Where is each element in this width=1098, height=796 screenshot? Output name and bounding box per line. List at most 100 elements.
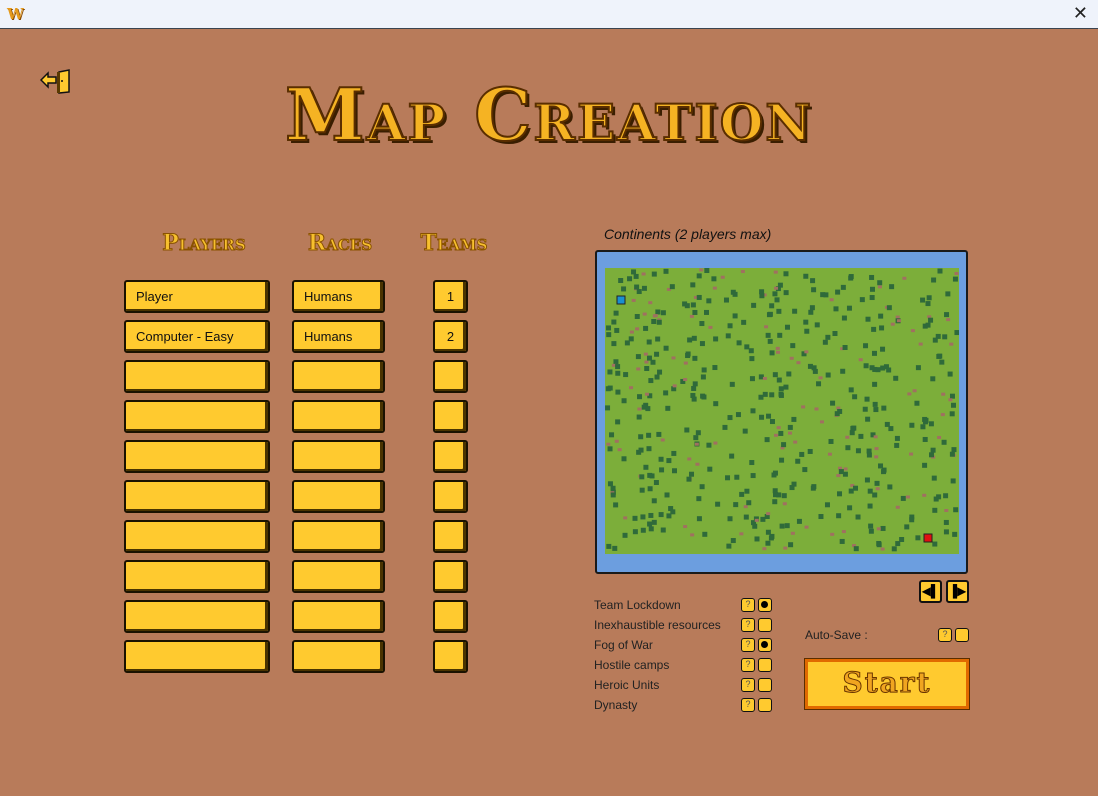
tree bbox=[749, 460, 755, 466]
tree bbox=[727, 415, 733, 421]
tree bbox=[651, 519, 657, 525]
player-field[interactable] bbox=[124, 480, 270, 513]
race-field[interactable] bbox=[292, 360, 385, 393]
rock bbox=[896, 319, 901, 323]
rock bbox=[829, 298, 834, 302]
race-field[interactable] bbox=[292, 480, 385, 513]
team-field[interactable] bbox=[433, 640, 468, 673]
autosave-help-icon[interactable]: ? bbox=[938, 628, 952, 642]
tree bbox=[654, 374, 660, 380]
rock bbox=[874, 455, 879, 459]
option-checkbox[interactable] bbox=[758, 658, 772, 672]
team-field[interactable]: 2 bbox=[433, 320, 468, 353]
rock bbox=[644, 360, 649, 364]
race-field[interactable] bbox=[292, 520, 385, 553]
player-field[interactable] bbox=[124, 360, 270, 393]
prev-map-button[interactable]: ◀▌ bbox=[919, 580, 942, 603]
team-field[interactable] bbox=[433, 360, 468, 393]
tree bbox=[802, 467, 808, 473]
race-field[interactable]: Humans bbox=[292, 320, 385, 353]
team-field[interactable]: 1 bbox=[433, 280, 468, 313]
tree bbox=[704, 268, 710, 274]
option-checkbox[interactable] bbox=[758, 638, 772, 652]
tree bbox=[953, 507, 959, 513]
option-checkbox[interactable] bbox=[758, 678, 772, 692]
tree bbox=[915, 535, 921, 541]
help-icon[interactable]: ? bbox=[741, 638, 755, 652]
autosave-checkbox[interactable] bbox=[955, 628, 969, 642]
tree bbox=[825, 334, 831, 340]
start-button[interactable]: Start bbox=[804, 658, 970, 710]
next-map-button[interactable]: ▐▶ bbox=[946, 580, 969, 603]
tree bbox=[672, 468, 678, 474]
player-field[interactable] bbox=[124, 440, 270, 473]
tree bbox=[787, 424, 793, 430]
option-checkbox[interactable] bbox=[758, 618, 772, 632]
race-field[interactable] bbox=[292, 560, 385, 593]
race-field[interactable] bbox=[292, 600, 385, 633]
tree bbox=[735, 412, 741, 418]
tree bbox=[760, 516, 766, 522]
tree bbox=[926, 295, 932, 301]
help-icon[interactable]: ? bbox=[741, 698, 755, 712]
team-field[interactable] bbox=[433, 600, 468, 633]
tree bbox=[722, 424, 728, 430]
player-field[interactable] bbox=[124, 640, 270, 673]
tree bbox=[869, 365, 875, 371]
race-field[interactable] bbox=[292, 640, 385, 673]
tree bbox=[931, 475, 937, 481]
rock bbox=[764, 325, 769, 329]
player-field[interactable] bbox=[124, 600, 270, 633]
team-field[interactable] bbox=[433, 560, 468, 593]
rock bbox=[629, 386, 634, 390]
rock bbox=[946, 318, 951, 322]
tree bbox=[725, 333, 731, 339]
team-field[interactable] bbox=[433, 440, 468, 473]
tree bbox=[795, 458, 801, 464]
tree bbox=[869, 286, 875, 292]
tree bbox=[759, 289, 765, 295]
option-checkbox[interactable] bbox=[758, 698, 772, 712]
player-field[interactable] bbox=[124, 520, 270, 553]
team-field[interactable] bbox=[433, 480, 468, 513]
map-preview[interactable] bbox=[595, 250, 968, 574]
tree bbox=[767, 338, 773, 344]
tree bbox=[647, 472, 653, 478]
player-field[interactable] bbox=[124, 400, 270, 433]
tree bbox=[767, 311, 773, 317]
tree bbox=[950, 478, 956, 484]
race-field[interactable] bbox=[292, 400, 385, 433]
title-bar: W ✕ bbox=[0, 0, 1098, 29]
player-field[interactable]: Computer - Easy bbox=[124, 320, 270, 353]
tree bbox=[803, 319, 809, 325]
rock bbox=[804, 525, 809, 529]
tree bbox=[922, 419, 928, 425]
close-button[interactable]: ✕ bbox=[1073, 3, 1088, 24]
tree bbox=[834, 411, 840, 417]
rock bbox=[793, 440, 798, 444]
team-field[interactable] bbox=[433, 400, 468, 433]
tree bbox=[887, 484, 893, 490]
rock bbox=[687, 457, 692, 461]
team-field[interactable] bbox=[433, 520, 468, 553]
race-field[interactable] bbox=[292, 440, 385, 473]
tree bbox=[772, 499, 778, 505]
player-field[interactable] bbox=[124, 560, 270, 593]
tree bbox=[893, 375, 899, 381]
rock bbox=[836, 474, 841, 478]
help-icon[interactable]: ? bbox=[741, 678, 755, 692]
tree bbox=[613, 310, 619, 316]
help-icon[interactable]: ? bbox=[741, 658, 755, 672]
tree bbox=[778, 386, 784, 392]
help-icon[interactable]: ? bbox=[741, 598, 755, 612]
player-field[interactable]: Player bbox=[124, 280, 270, 313]
tree bbox=[715, 501, 721, 507]
tree bbox=[791, 416, 797, 422]
race-field[interactable]: Humans bbox=[292, 280, 385, 313]
tree bbox=[869, 295, 875, 301]
tree bbox=[878, 463, 884, 469]
help-icon[interactable]: ? bbox=[741, 618, 755, 632]
tree bbox=[824, 502, 830, 508]
tree bbox=[777, 332, 783, 338]
option-checkbox[interactable] bbox=[758, 598, 772, 612]
